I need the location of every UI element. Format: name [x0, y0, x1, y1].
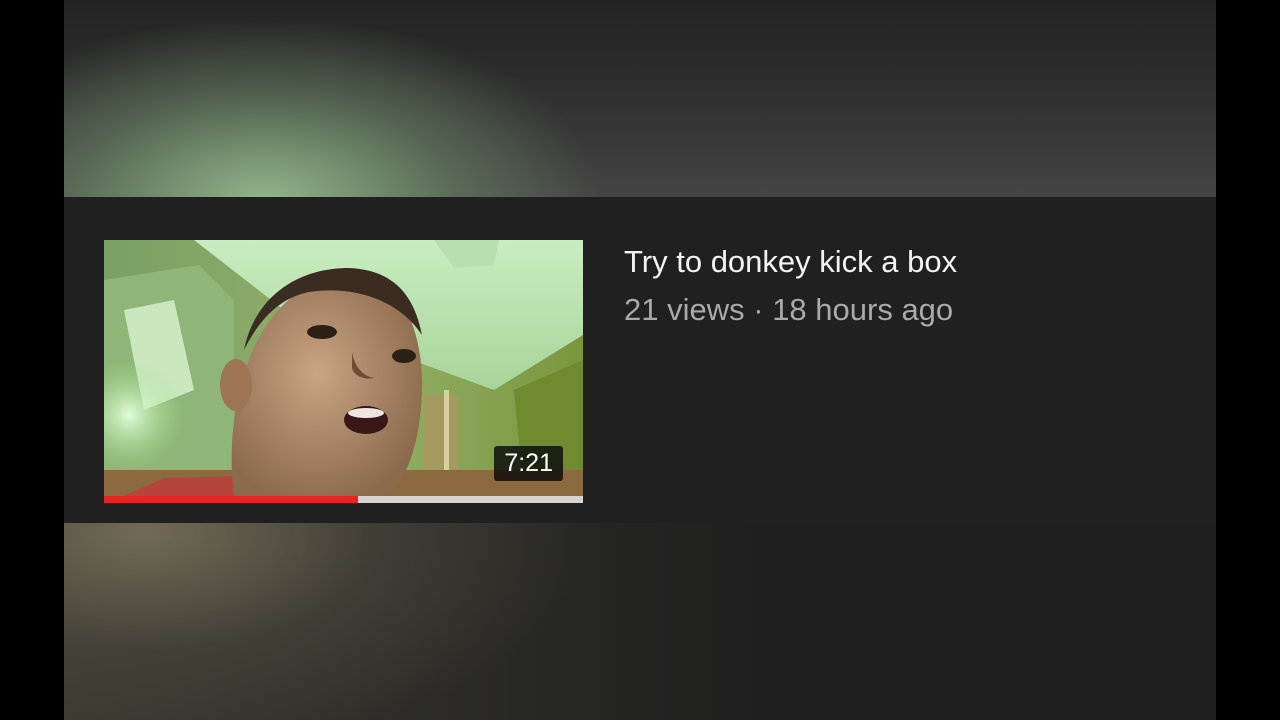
video-list-item[interactable]: 7:21 Try to donkey kick a box 21 views ·… — [64, 197, 1216, 523]
watch-progress-bar — [104, 496, 583, 503]
video-thumbnail[interactable]: 7:21 — [104, 240, 583, 503]
blurred-background-bottom — [64, 523, 1216, 720]
meta-separator: · — [753, 292, 764, 327]
duration-badge: 7:21 — [494, 446, 563, 481]
blurred-background-top — [64, 0, 1216, 197]
video-metadata: 21 views · 18 hours ago — [624, 289, 957, 331]
upload-age: 18 hours ago — [772, 292, 954, 327]
watch-progress-fill — [104, 496, 358, 503]
video-frame: 7:21 Try to donkey kick a box 21 views ·… — [64, 0, 1216, 720]
view-count: 21 views — [624, 292, 745, 327]
video-info[interactable]: Try to donkey kick a box 21 views · 18 h… — [624, 241, 957, 331]
video-title[interactable]: Try to donkey kick a box — [624, 241, 957, 283]
